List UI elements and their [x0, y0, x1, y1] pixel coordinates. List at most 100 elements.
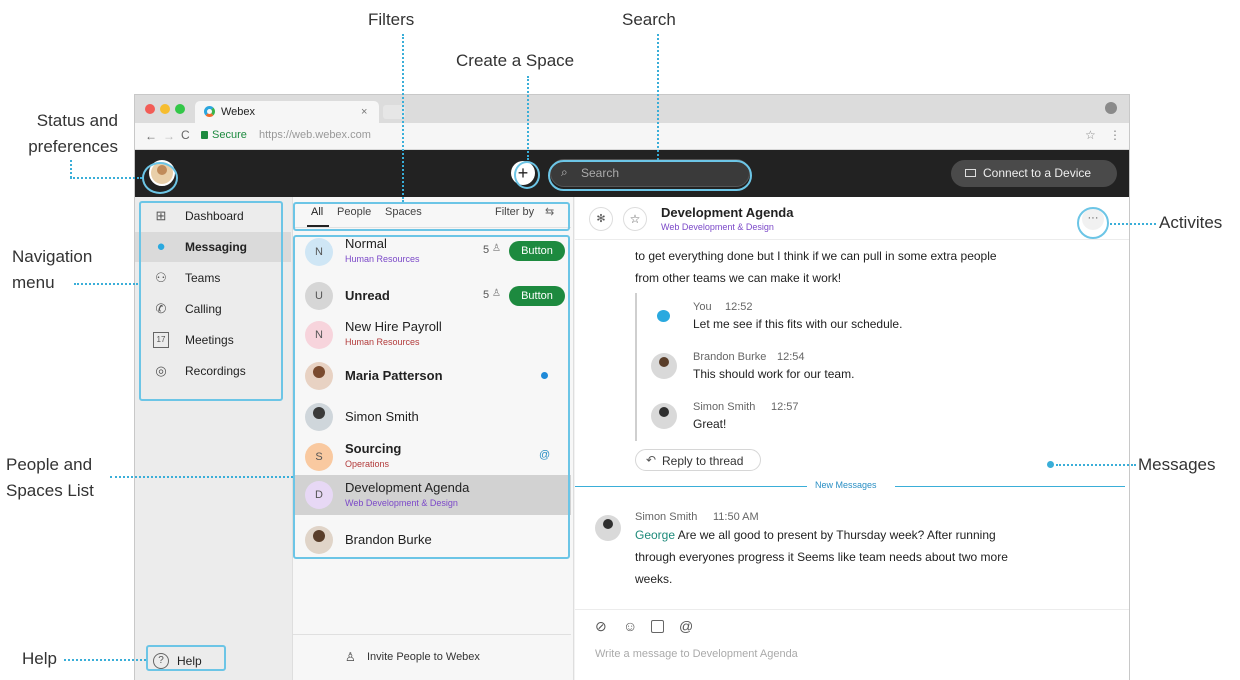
callout-filters: Filters: [368, 10, 415, 29]
forward-icon[interactable]: →: [163, 129, 175, 143]
message-composer-input[interactable]: Write a message to Development Agenda: [595, 648, 798, 660]
create-space-highlight: [514, 161, 540, 189]
status-highlight: [142, 162, 178, 194]
emoji-icon[interactable]: ☺: [623, 618, 637, 634]
sender-name: You: [693, 301, 712, 313]
callout-people-line-2: Spaces List: [6, 481, 94, 500]
callout-line: [1110, 223, 1156, 225]
callout-line: [70, 160, 72, 178]
activities-highlight: [1077, 207, 1109, 239]
callout-line: [74, 283, 138, 285]
callout-nav-line-1: Navigation: [12, 247, 93, 266]
help-highlight: [146, 645, 226, 671]
message-line-1: George Are we all good to present by Thu…: [635, 528, 996, 542]
thread-message: You 12:52 Let me see if this fits with o…: [651, 301, 1111, 337]
profile-icon[interactable]: [1105, 102, 1117, 114]
close-window-button[interactable]: [145, 104, 155, 114]
person-avatar: [651, 403, 677, 429]
invite-bar[interactable]: ♙ Invite People to Webex: [293, 634, 571, 680]
callout-people-spaces: People and Spaces List: [6, 452, 94, 504]
reply-icon: ↶: [646, 453, 657, 467]
message-pane: ✻ ☆ Development Agenda Web Development &…: [575, 197, 1129, 680]
callout-status: Status and preferences: [24, 108, 118, 160]
mention-link[interactable]: George: [635, 528, 675, 542]
callout-activities: Activites: [1159, 213, 1223, 232]
callout-create-space: Create a Space: [456, 51, 575, 70]
message-body: Great!: [693, 417, 727, 431]
callout-help: Help: [22, 649, 57, 668]
new-messages-divider-left: [575, 486, 807, 487]
conversation-title: Development Agenda: [661, 205, 794, 220]
callout-line: [110, 476, 293, 478]
bookmark-star-icon[interactable]: ☆: [1085, 128, 1096, 142]
browser-menu-icon[interactable]: ⋮: [1109, 128, 1121, 142]
lock-icon: [201, 131, 208, 139]
reload-icon[interactable]: C: [181, 128, 190, 142]
reply-label: Reply to thread: [662, 454, 744, 468]
person-avatar: [595, 515, 621, 541]
secure-label: Secure: [212, 129, 247, 141]
settings-gear-icon[interactable]: ✻: [589, 207, 613, 231]
new-messages-divider-right: [895, 486, 1125, 487]
thread-line: [635, 293, 637, 441]
callout-messages: Messages: [1138, 455, 1216, 474]
people-spaces-highlight: [293, 235, 570, 559]
message-line-2: through everyones progress it Seems like…: [635, 550, 1008, 564]
filters-highlight: [293, 202, 570, 231]
intro-line-1: to get everything done but I think if we…: [635, 249, 997, 263]
messages-marker-dot: [1047, 461, 1054, 468]
callout-line: [64, 659, 146, 661]
invite-person-icon: ♙: [345, 650, 356, 664]
latest-message: Simon Smith 11:50 AM George Are we all g…: [595, 511, 1115, 591]
message-body: Let me see if this fits with our schedul…: [693, 317, 903, 331]
message-line-3: weeks.: [635, 572, 673, 586]
navigation-highlight: [139, 201, 283, 401]
minimize-window-button[interactable]: [160, 104, 170, 114]
search-highlight: [548, 160, 752, 191]
callout-status-line-1: Status and: [36, 111, 118, 130]
message-time: 12:57: [771, 401, 799, 413]
tab-close-icon[interactable]: ×: [361, 101, 367, 123]
message-time: 11:50 AM: [713, 511, 759, 523]
address-bar: ← → C Secure https://web.webex.com ☆ ⋮: [135, 123, 1129, 150]
favorite-star-icon[interactable]: ☆: [623, 207, 647, 231]
browser-tab-bar: Webex ×: [135, 95, 1129, 123]
new-messages-label: New Messages: [815, 480, 877, 490]
message-body: This should work for our team.: [693, 367, 855, 381]
conversation-subtitle: Web Development & Design: [661, 222, 774, 232]
callout-line: [527, 76, 529, 160]
callout-status-line-2: preferences: [28, 137, 118, 156]
thread-message: Simon Smith 12:57 Great!: [651, 401, 1111, 437]
maximize-window-button[interactable]: [175, 104, 185, 114]
callout-line: [1056, 464, 1136, 466]
callout-search: Search: [622, 10, 676, 29]
mention-icon[interactable]: @: [679, 618, 693, 634]
sender-name: Simon Smith: [635, 511, 698, 523]
you-chat-icon: [651, 303, 677, 329]
callout-people-line-1: People and: [6, 455, 93, 474]
callout-line: [402, 34, 404, 202]
person-avatar: [651, 353, 677, 379]
sender-name: Brandon Burke: [693, 351, 767, 363]
connect-device-button[interactable]: Connect to a Device: [951, 160, 1117, 187]
composer: ⊘ ☺ @ Write a message to Development Age…: [575, 609, 1129, 680]
message-text: Are we all good to present by Thursday w…: [675, 528, 996, 542]
browser-tab[interactable]: Webex ×: [195, 101, 379, 123]
connect-device-label: Connect to a Device: [983, 166, 1092, 180]
invite-label: Invite People to Webex: [367, 651, 480, 663]
callout-navigation: Navigation menu: [12, 244, 92, 296]
message-time: 12:54: [777, 351, 805, 363]
intro-line-2: from other teams we can make it work!: [635, 271, 842, 285]
sender-name: Simon Smith: [693, 401, 756, 413]
gif-icon[interactable]: [651, 620, 664, 633]
tab-title: Webex: [221, 106, 256, 118]
back-icon[interactable]: ←: [145, 129, 157, 143]
url-text[interactable]: https://web.webex.com: [259, 129, 371, 141]
reply-to-thread-button[interactable]: ↶ Reply to thread: [635, 449, 761, 471]
callout-line: [657, 34, 659, 160]
webex-logo-icon: [204, 106, 215, 117]
thread-message: Brandon Burke 12:54 This should work for…: [651, 351, 1111, 387]
cast-icon: [965, 169, 976, 177]
callout-line: [70, 177, 142, 179]
attach-icon[interactable]: ⊘: [595, 618, 607, 635]
